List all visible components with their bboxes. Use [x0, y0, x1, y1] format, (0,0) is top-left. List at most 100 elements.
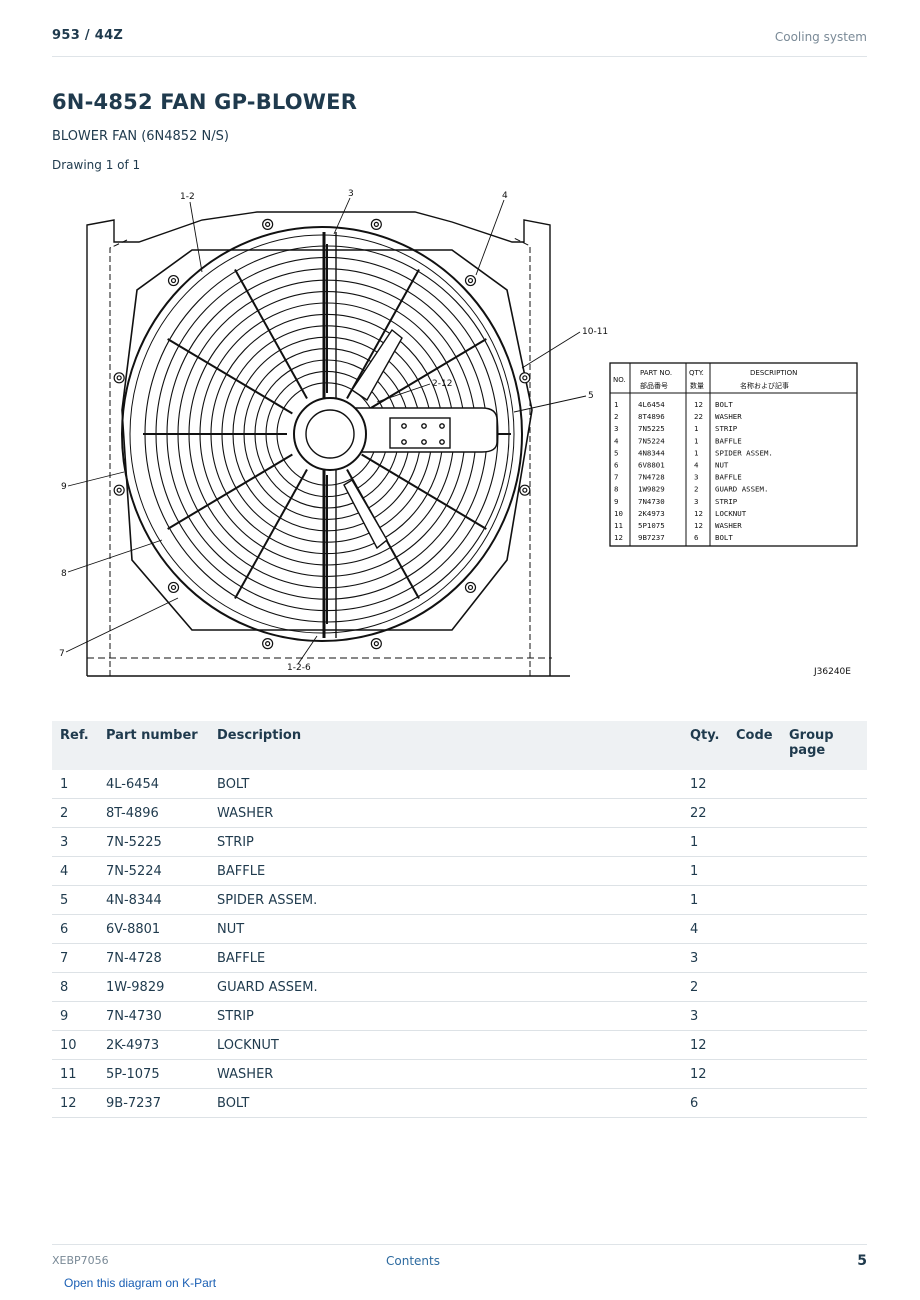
cell-code [728, 1001, 781, 1031]
legend-header-qty: QTY. [689, 369, 704, 377]
legend-cell-qty: 22 [694, 412, 703, 421]
table-header-row: Ref. Part number Description Qty. Code G… [52, 721, 867, 770]
cell-part-number: 1W-9829 [98, 972, 209, 1002]
cell-description: STRIP [209, 1001, 682, 1031]
legend-cell-desc: WASHER [715, 412, 742, 421]
table-row: 1 4L-6454 BOLT 12 [52, 770, 867, 799]
legend-cell-qty: 12 [694, 400, 703, 409]
legend-cell-part: 4N8344 [638, 448, 665, 457]
table-row: 8 1W-9829 GUARD ASSEM. 2 [52, 972, 867, 1002]
cell-code [728, 1088, 781, 1118]
cell-ref: 7 [52, 943, 98, 973]
legend-cell-part: 8T4896 [638, 412, 665, 421]
contents-link[interactable]: Contents [386, 1254, 440, 1268]
bolt-center [265, 221, 271, 227]
page-number: 5 [857, 1253, 867, 1269]
parts-table: Ref. Part number Description Qty. Code G… [52, 721, 867, 1118]
table-row: 12 9B-7237 BOLT 6 [52, 1088, 867, 1118]
cell-group-page [781, 827, 867, 857]
legend-cell-part: 1W9829 [638, 485, 665, 494]
col-part-number: Part number [98, 721, 209, 770]
page-title: 6N-4852 FAN GP-BLOWER [52, 90, 358, 114]
cell-qty: 12 [682, 1030, 728, 1060]
drawing-number: J36240E [813, 667, 851, 677]
cell-ref: 3 [52, 827, 98, 857]
legend-cell-qty: 3 [694, 497, 698, 506]
legend-cell-part: 9B7237 [638, 533, 665, 542]
legend-cell-no: 11 [614, 521, 623, 530]
legend-cell-qty: 12 [694, 509, 703, 518]
cell-ref: 2 [52, 798, 98, 828]
legend-cell-qty: 1 [694, 436, 698, 445]
open-kpart-link[interactable]: Open this diagram on K-Part [64, 1276, 216, 1290]
cell-description: BAFFLE [209, 856, 682, 886]
cell-group-page [781, 856, 867, 886]
cell-code [728, 972, 781, 1002]
legend-cell-desc: WASHER [715, 521, 742, 530]
legend-cell-no: 8 [614, 485, 618, 494]
legend-header-qty-jp: 数量 [690, 381, 704, 390]
cell-qty: 3 [682, 1001, 728, 1031]
cell-part-number: 7N-5225 [98, 827, 209, 857]
table-row: 5 4N-8344 SPIDER ASSEM. 1 [52, 885, 867, 915]
legend-header-no: NO. [613, 376, 626, 384]
legend-cell-no: 1 [614, 400, 618, 409]
cell-part-number: 8T-4896 [98, 798, 209, 828]
page-footer: XEBP7056 Contents 5 [52, 1244, 867, 1275]
cell-description: STRIP [209, 827, 682, 857]
cell-qty: 3 [682, 943, 728, 973]
legend-cell-qty: 6 [694, 533, 698, 542]
legend-cell-qty: 1 [694, 448, 698, 457]
table-row: 3 7N-5225 STRIP 1 [52, 827, 867, 857]
document-id: XEBP7056 [52, 1254, 109, 1267]
cell-part-number: 7N-5224 [98, 856, 209, 886]
legend-cell-desc: BAFFLE [715, 436, 742, 445]
cell-description: BOLT [209, 770, 682, 799]
bolt-center [467, 277, 474, 284]
cell-qty: 22 [682, 798, 728, 828]
table-row: 10 2K-4973 LOCKNUT 12 [52, 1030, 867, 1060]
cell-part-number: 6V-8801 [98, 914, 209, 944]
legend-cell-desc: STRIP [715, 497, 738, 506]
col-group-page: Group page [781, 721, 867, 770]
legend-header-part-jp: 部品番号 [640, 381, 668, 390]
cell-part-number: 7N-4728 [98, 943, 209, 973]
bolt-center [116, 487, 122, 493]
model-breadcrumb: 953 / 44Z [52, 28, 124, 43]
cell-qty: 12 [682, 1059, 728, 1089]
cell-code [728, 770, 781, 799]
legend-cell-no: 3 [614, 424, 618, 433]
legend-cell-desc: NUT [715, 461, 729, 470]
legend-cell-part: 2K4973 [638, 509, 665, 518]
cell-code [728, 856, 781, 886]
parts-diagram: 1-2 3 4 10-11 2-12 5 9 8 7 1-2-6 J36240E… [52, 180, 867, 705]
legend-cell-desc: SPIDER ASSEM. [715, 448, 773, 457]
callout-3: 3 [348, 189, 354, 199]
legend-cell-qty: 12 [694, 521, 703, 530]
legend-cell-part: 7N5224 [638, 436, 665, 445]
cell-description: WASHER [209, 798, 682, 828]
cell-part-number: 2K-4973 [98, 1030, 209, 1060]
callout-1-2: 1-2 [180, 192, 195, 202]
page-subtitle: BLOWER FAN (6N4852 N/S) [52, 129, 229, 144]
cell-ref: 10 [52, 1030, 98, 1060]
cell-part-number: 5P-1075 [98, 1059, 209, 1089]
legend-cell-no: 6 [614, 461, 618, 470]
cell-qty: 1 [682, 885, 728, 915]
legend-cell-no: 12 [614, 533, 623, 542]
cell-code [728, 1059, 781, 1089]
callout-9: 9 [61, 482, 67, 492]
legend-cell-qty: 2 [694, 485, 698, 494]
callout-4: 4 [502, 191, 508, 201]
bolt-center [522, 375, 528, 381]
cell-group-page [781, 943, 867, 973]
legend-cell-part: 7N4730 [638, 497, 665, 506]
cell-group-page [781, 885, 867, 915]
legend-cell-part: 6V8801 [638, 461, 665, 470]
cell-group-page [781, 1088, 867, 1118]
cell-part-number: 4L-6454 [98, 770, 209, 799]
bolt-center [116, 375, 122, 381]
drawing-count: Drawing 1 of 1 [52, 158, 141, 172]
callout-5: 5 [588, 391, 594, 401]
cell-qty: 12 [682, 770, 728, 799]
